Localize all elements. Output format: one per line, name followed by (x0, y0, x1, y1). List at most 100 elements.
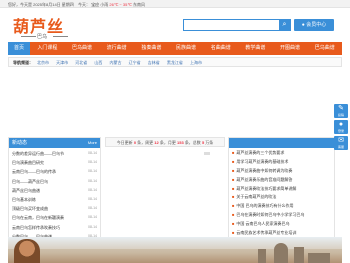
user-icon: ● (301, 22, 305, 28)
list-item-text: 顶级巴乌买坏变成曲 (12, 206, 48, 212)
submit-button[interactable]: ✎ 投稿 (334, 104, 348, 118)
nav-item-intro[interactable]: 入门课程 (30, 42, 65, 55)
city-link[interactable]: 山西 (94, 60, 102, 65)
list-item-date: 08-14 (88, 178, 97, 183)
city-link[interactable]: 吉林省 (148, 60, 160, 65)
stats-unit: 条，周更 (137, 140, 154, 145)
banner-tower (294, 247, 304, 263)
search-input[interactable] (184, 20, 279, 30)
news-item-text: 中国 云南巴乌人民家演奏巴乌 (236, 221, 290, 227)
news-item[interactable]: ■ 葫芦丝演奏乐曲的音准问题解答 (232, 176, 331, 185)
news-item[interactable]: ■ 巴乌在演奏时如何巴乌中小学学习巴乌 (232, 211, 331, 220)
latest-news-header: 新动态 More (9, 138, 100, 148)
list-item[interactable]: 巴乌基本训练 08-14 (12, 195, 97, 204)
news-item-text: 中国 巴乌的演奏技巧有什么作用 (236, 203, 294, 209)
news-item-text: 葫芦丝演奏吹法技巧要求简单讲解 (236, 185, 297, 191)
nav-item-home[interactable]: 首页 (8, 42, 30, 55)
bullet-icon: ■ (232, 221, 235, 227)
list-item[interactable]: 云南巴乌——巴乌的传承 08-14 (12, 167, 97, 176)
stats-unit: 万条 (205, 140, 214, 145)
news-item-text: 关于云南葫芦丝的吹法 (236, 194, 277, 200)
list-item-date: 08-14 (88, 215, 97, 220)
site-logo[interactable]: 葫芦丝 巴乌 (13, 13, 83, 43)
nav-item-solo-scores[interactable]: 独奏曲谱 (134, 42, 169, 55)
news-item-text: 葫芦丝演奏的三个优势要求 (236, 150, 285, 155)
logo-line-right (53, 36, 68, 37)
nav-item-bawu-scores-2[interactable]: 巴乌曲谱 (307, 42, 342, 55)
list-item[interactable]: 巴乌——葫芦丝巴乌 08-14 (12, 177, 97, 186)
list-item-text: 巴乌——葫芦丝巴乌 (12, 178, 48, 184)
city-nav: 导航频道： 北京市 天津市 河北省 山西 内蒙古 辽宁省 吉林省 黑龙江省 上海… (8, 57, 342, 67)
news-item[interactable]: ■ 葫芦丝演奏吹法技巧要求简单讲解 (232, 185, 331, 194)
slider-indicator[interactable] (204, 152, 210, 155)
list-item-text: 巴乌演奏曲目研究 (12, 160, 44, 166)
member-center-button[interactable]: ● 会员中心 (294, 19, 334, 31)
floating-sidebar: ✎ 投稿 ● 登录 ✉ 客服 (334, 104, 348, 152)
date-text: 您好，今天是 2025年8月14日 星期四 (8, 1, 74, 7)
city-link[interactable]: 内蒙古 (110, 60, 122, 65)
service-button[interactable]: ✉ 客服 (334, 136, 348, 150)
news-item[interactable]: ■ 用学习葫芦丝演奏的基础技术 (232, 158, 331, 167)
weather-city[interactable]: 宝应 (91, 2, 99, 7)
banner-performer-image (14, 239, 40, 263)
list-item-date: 08-14 (88, 160, 97, 165)
nav-item-pop-scores[interactable]: 流行曲谱 (99, 42, 134, 55)
city-link[interactable]: 河北省 (75, 60, 87, 65)
bullet-icon: ■ (232, 176, 235, 182)
bullet-icon: ■ (232, 185, 235, 191)
member-center-label: 会员中心 (306, 22, 327, 28)
bullet-icon: ■ (232, 158, 235, 164)
city-link[interactable]: 上海市 (190, 60, 202, 65)
nav-item-teaching-scores[interactable]: 教学曲谱 (238, 42, 273, 55)
nav-item-folk-scores[interactable]: 民族曲谱 (169, 42, 204, 55)
user-icon: ● (338, 121, 344, 128)
news-item[interactable]: ■ 葫芦丝演奏的三个优势要求 (232, 149, 331, 158)
list-item-date: 08-14 (88, 187, 97, 192)
list-item[interactable]: 顶级巴乌买坏变成曲 08-14 (12, 204, 97, 213)
search-button[interactable]: ⌕ (279, 20, 290, 30)
city-link[interactable]: 北京市 (37, 60, 49, 65)
list-item[interactable]: 巴乌演奏曲目研究 08-14 (12, 158, 97, 167)
banner-tower (258, 249, 266, 263)
list-item[interactable]: 分数的差异运行曲——巴乌节 08-14 (12, 149, 97, 158)
logo-line-left (21, 36, 36, 37)
news-item[interactable]: ■ 中国 云南巴乌人民家演奏巴乌 (232, 220, 331, 229)
list-item[interactable]: 云南巴乌怎样传承吹奏技巧 08-14 (12, 223, 97, 232)
news-item-text: 葫芦丝演奏乐曲的音准问题解答 (236, 176, 293, 182)
list-item-text: 分数的差异运行曲——巴乌节 (12, 151, 64, 156)
news-item-text: 巴乌在演奏时如何巴乌中小学学习巴乌 (236, 212, 305, 218)
news-panel-header (229, 138, 334, 148)
logo-subtitle: 巴乌 (37, 34, 48, 40)
service-label: 客服 (337, 145, 344, 149)
bullet-icon: ■ (232, 194, 235, 200)
main-nav: 首页 入门课程 巴乌曲谱 流行曲谱 独奏曲谱 民族曲谱 名曲曲谱 教学曲谱 开图… (8, 42, 342, 55)
nav-item-chart-scores[interactable]: 开图曲谱 (273, 42, 308, 55)
city-link[interactable]: 辽宁省 (129, 60, 141, 65)
list-item-date: 08-14 (88, 196, 97, 201)
news-item[interactable]: ■ 关于云南葫芦丝的吹法 (232, 193, 331, 202)
city-nav-label: 导航频道： (13, 59, 33, 65)
list-item[interactable]: 巴乌在云南，巴乌在新疆演奏 08-14 (12, 213, 97, 222)
news-item[interactable]: ■ 葫芦丝演奏曲中如何转调为吹奏 (232, 167, 331, 176)
chat-icon: ✉ (338, 137, 344, 144)
search-icon: ⌕ (282, 21, 287, 28)
city-link[interactable]: 黑龙江省 (167, 60, 183, 65)
list-item-text: 巴乌在云南，巴乌在新疆演奏 (12, 215, 64, 221)
list-item-text: 巴乌基本训练 (12, 196, 36, 202)
nav-item-classic-scores[interactable]: 名曲曲谱 (203, 42, 238, 55)
hero-banner[interactable] (8, 237, 342, 263)
search-box: ⌕ (183, 19, 291, 31)
list-item[interactable]: 葫芦丝巴乌曲谱 08-14 (12, 186, 97, 195)
city-list: 北京市 天津市 河北省 山西 内蒙古 辽宁省 吉林省 黑龙江省 上海市 (37, 60, 208, 66)
bullet-icon: ■ (232, 167, 235, 173)
weather-label: 今天： (78, 1, 90, 7)
city-link[interactable]: 天津市 (56, 60, 68, 65)
stats-total: 5 (201, 140, 205, 145)
nav-item-bawu-scores[interactable]: 巴乌曲谱 (65, 42, 100, 55)
stats-unit: 条，总数 (184, 140, 201, 145)
news-item[interactable]: ■ 中国 巴乌的演奏技巧有什么作用 (232, 202, 331, 211)
list-item-text: 云南巴乌——巴乌的传承 (12, 169, 56, 175)
more-link[interactable]: More (88, 138, 97, 148)
login-side-button[interactable]: ● 登录 (334, 120, 348, 134)
news-item-text: 云南民族艺术传承葫芦丝专业培训 (236, 230, 297, 236)
